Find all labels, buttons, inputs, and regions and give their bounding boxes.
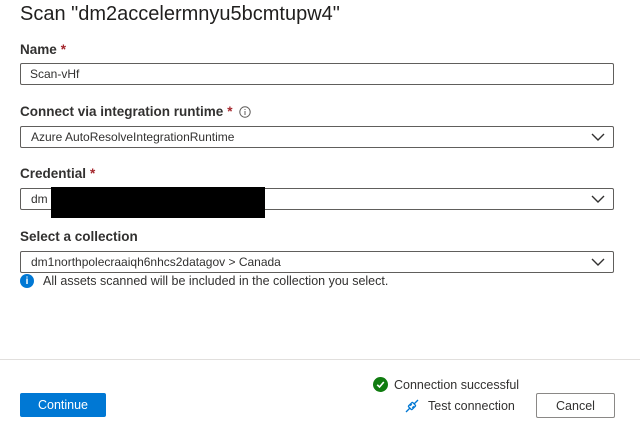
collection-dropdown[interactable]: dm1northpolecraaiqh6nhcs2datagov > Canad… xyxy=(20,251,614,273)
name-field[interactable] xyxy=(20,63,614,85)
runtime-selected-value: Azure AutoResolveIntegrationRuntime xyxy=(31,130,235,144)
test-connection-label: Test connection xyxy=(428,399,515,413)
dialog-title: Scan "dm2accelermnyu5bcmtupw4" xyxy=(20,3,340,25)
continue-button[interactable]: Continue xyxy=(20,393,106,417)
cancel-button[interactable]: Cancel xyxy=(536,393,615,418)
chevron-down-icon xyxy=(591,133,605,141)
success-check-icon xyxy=(373,377,388,392)
plug-connection-icon xyxy=(404,398,420,414)
credential-selected-value: dm xyxy=(31,192,48,206)
credential-required-mark: * xyxy=(90,166,96,181)
runtime-label: Connect via integration runtime xyxy=(20,104,224,119)
connection-status: Connection successful xyxy=(373,377,519,392)
chevron-down-icon xyxy=(591,195,605,203)
info-filled-icon: i xyxy=(20,274,34,288)
info-icon[interactable] xyxy=(239,105,252,118)
connection-status-text: Connection successful xyxy=(394,377,520,392)
footer-divider xyxy=(0,359,640,360)
runtime-required-mark: * xyxy=(227,104,233,119)
credential-label-row: Credential * xyxy=(20,166,95,181)
collection-selected-value: dm1northpolecraaiqh6nhcs2datagov > Canad… xyxy=(31,255,281,269)
name-required-mark: * xyxy=(60,42,67,57)
redaction-box xyxy=(51,187,265,218)
collection-label-row: Select a collection xyxy=(20,229,138,244)
credential-label: Credential xyxy=(20,166,87,181)
name-input[interactable] xyxy=(30,67,590,81)
name-label-row: Name * xyxy=(20,42,66,57)
chevron-down-icon xyxy=(591,258,605,266)
collection-label: Select a collection xyxy=(20,229,138,244)
credential-dropdown[interactable]: dm xyxy=(20,187,614,218)
runtime-dropdown[interactable]: Azure AutoResolveIntegrationRuntime xyxy=(20,126,614,148)
name-label: Name xyxy=(20,42,57,57)
runtime-label-row: Connect via integration runtime * xyxy=(20,104,252,119)
collection-hint-text: All assets scanned will be included in t… xyxy=(43,274,389,288)
collection-hint: i All assets scanned will be included in… xyxy=(20,274,388,288)
test-connection-link[interactable]: Test connection xyxy=(404,398,515,414)
